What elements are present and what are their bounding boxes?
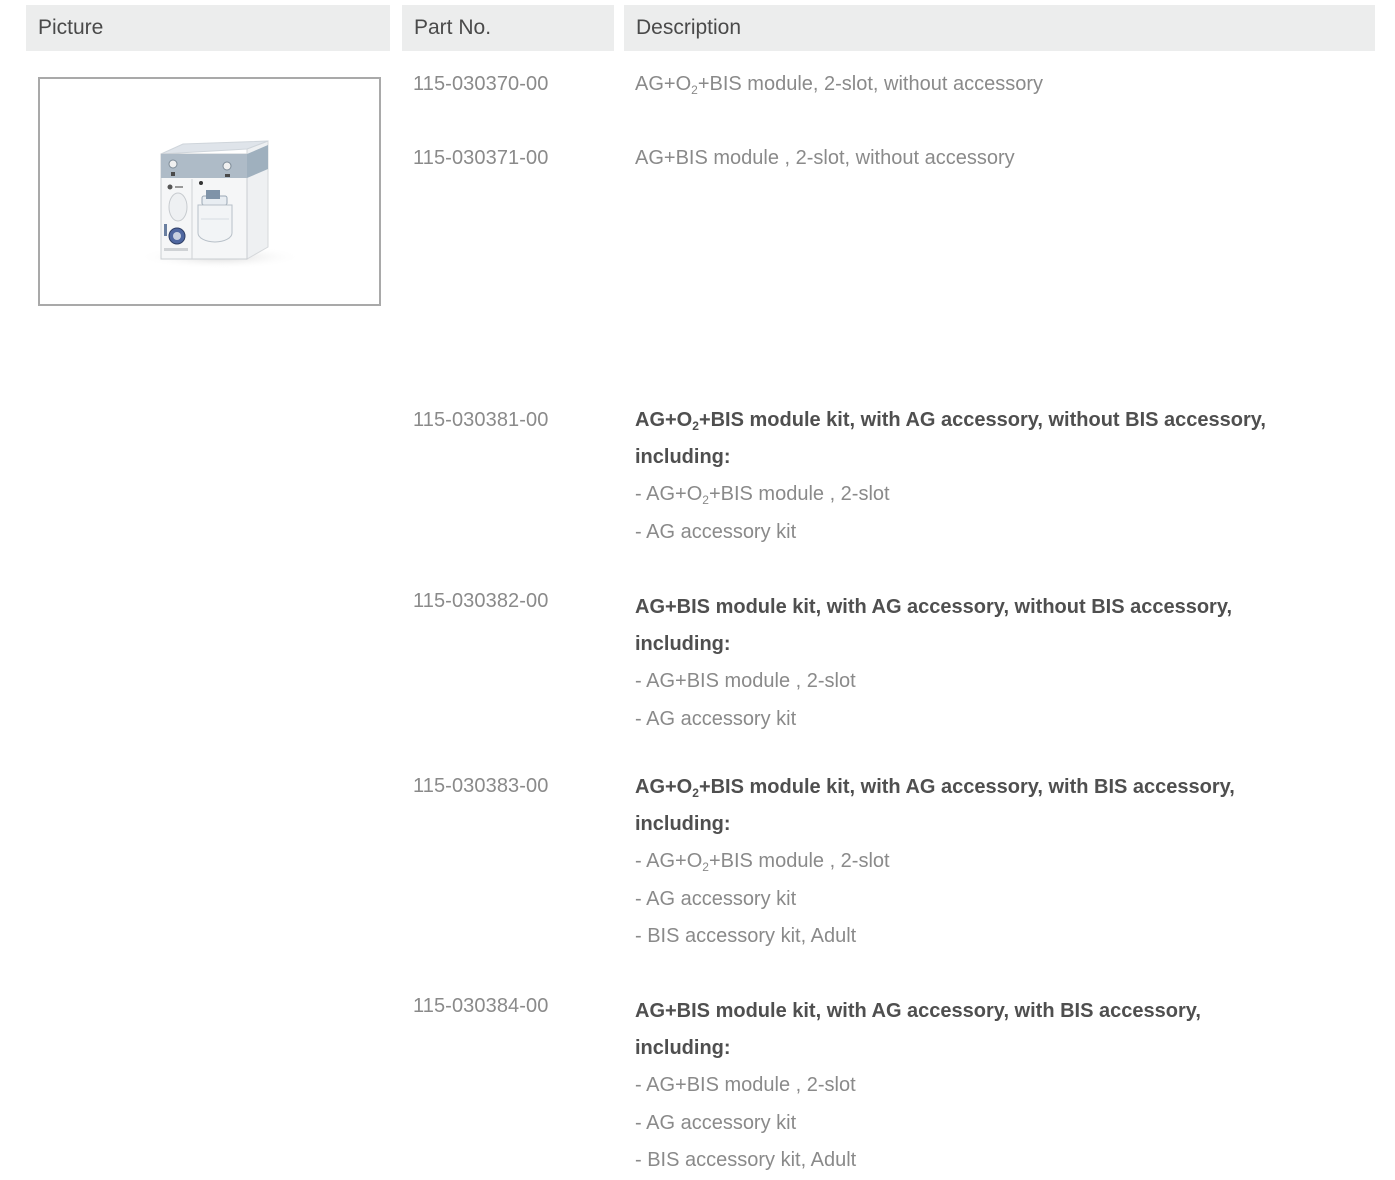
part-number: 115-030381-00 (413, 409, 549, 431)
part-number: 115-030383-00 (413, 775, 549, 797)
description: AG+BIS module , 2-slot, without accessor… (635, 147, 1015, 169)
kit-title: AG+BIS module kit, with AG accessory, wi… (635, 1000, 1201, 1022)
kit-item: - AG accessory kit (635, 887, 797, 910)
gas-module-illustration (138, 140, 302, 269)
kit-item: - AG accessory kit (635, 707, 797, 730)
description: AG+O2+BIS module, 2-slot, without access… (635, 73, 1043, 97)
column-header-picture: Picture (26, 5, 390, 51)
part-number: 115-030371-00 (413, 147, 549, 169)
kit-item: - BIS accessory kit, Adult (635, 1149, 857, 1171)
kit-item: - AG+O2+BIS module , 2-slot (635, 850, 890, 874)
kit-item: - AG+BIS module , 2-slot (635, 1074, 856, 1096)
part-number: 115-030382-00 (413, 590, 549, 612)
kit-description: AG+O2+BIS module kit, with AG accessory,… (635, 402, 1365, 551)
kit-item: - AG accessory kit (635, 1111, 797, 1134)
part-number: 115-030384-00 (413, 995, 549, 1017)
kit-description: AG+O2+BIS module kit, with AG accessory,… (635, 769, 1365, 956)
column-header-part-no: Part No. (402, 5, 614, 51)
kit-title-continued: including: (635, 1037, 731, 1059)
kit-title: AG+BIS module kit, with AG accessory, wi… (635, 596, 1233, 618)
kit-title: AG+O2+BIS module kit, with AG accessory,… (635, 776, 1235, 800)
kit-title-continued: including: (635, 446, 731, 468)
kit-title-continued: including: (635, 813, 731, 835)
kit-description: AG+BIS module kit, with AG accessory, wi… (635, 589, 1365, 738)
kit-title: AG+O2+BIS module kit, with AG accessory,… (635, 409, 1266, 433)
kit-title-continued: including: (635, 633, 731, 655)
kit-item: - AG+O2+BIS module , 2-slot (635, 483, 890, 507)
part-number: 115-030370-00 (413, 73, 549, 95)
kit-description: AG+BIS module kit, with AG accessory, wi… (635, 993, 1365, 1180)
kit-item: - BIS accessory kit, Adult (635, 925, 857, 947)
column-header-description: Description (624, 5, 1375, 51)
kit-item: - AG+BIS module , 2-slot (635, 670, 856, 692)
product-image (38, 77, 381, 306)
kit-item: - AG accessory kit (635, 520, 797, 543)
